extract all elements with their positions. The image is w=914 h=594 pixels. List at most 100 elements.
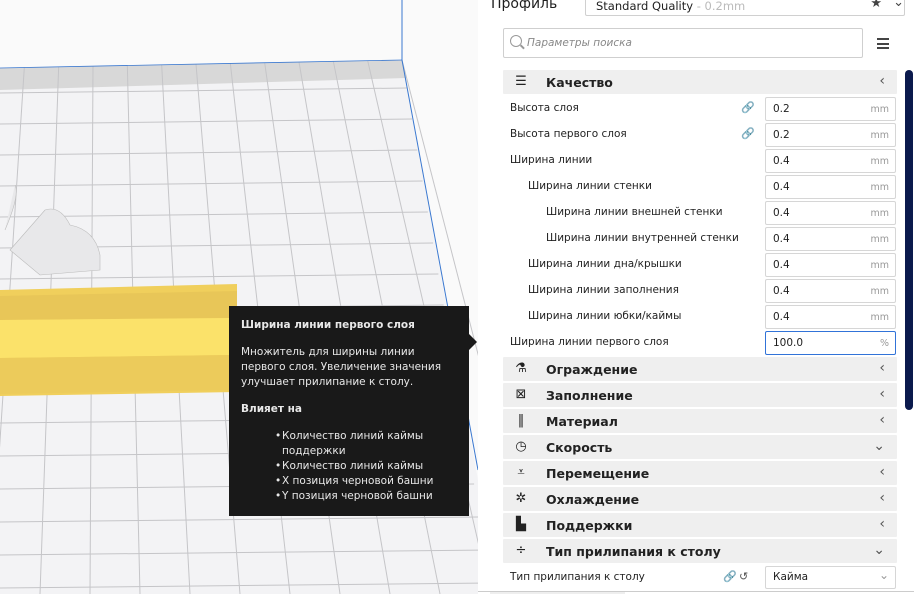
link-icon: 🔗 <box>723 570 737 583</box>
chevron-down-icon: ⌄ <box>878 568 889 582</box>
section-label: Материал <box>546 414 618 429</box>
tooltip-title: Ширина линии первого слоя <box>241 319 415 331</box>
material-icon: ‖ <box>517 413 525 428</box>
chevron-down-icon[interactable]: ⌄ <box>893 0 904 10</box>
setting-unit: mm <box>870 156 889 167</box>
setting-value: Кайма <box>773 571 809 583</box>
setting-unit: mm <box>870 234 889 245</box>
tooltip-affects-item: Y позиция черновой башни <box>275 489 457 504</box>
setting-unit: mm <box>870 104 889 115</box>
section-label: Тип прилипания к столу <box>546 544 721 559</box>
settings-scrollbar[interactable] <box>905 70 913 410</box>
shell-icon: ⚗ <box>515 361 527 376</box>
profile-layer-height: - 0.2mm <box>693 0 746 13</box>
setting-label: Ширина линии <box>510 154 593 166</box>
setting-value: 0.2 <box>773 103 790 115</box>
section-header[interactable]: ▙ Поддержки ‹ <box>503 513 897 537</box>
setting-input[interactable]: 0.4 mm <box>765 305 896 329</box>
setting-value: 0.4 <box>773 207 790 219</box>
3d-viewport[interactable]: Ширина линии первого слоя Множитель для … <box>0 0 478 594</box>
search-placeholder: Параметры поиска <box>527 37 632 49</box>
setting-input[interactable]: 0.2 mm <box>765 123 896 147</box>
setting-unit: % <box>879 338 889 349</box>
section-label: Перемещение <box>546 466 650 481</box>
setting-unit: mm <box>870 182 889 193</box>
support-icon: ▙ <box>516 517 526 532</box>
reset-icon[interactable]: ↺ <box>739 570 748 583</box>
quality-icon: ☰ <box>515 74 527 89</box>
profile-select[interactable]: Standard Quality - 0.2mm <box>585 0 905 16</box>
setting-input[interactable]: 0.2 mm <box>765 97 896 121</box>
setting-row: Ширина линии 0.4 mm <box>503 148 897 174</box>
setting-value: 0.4 <box>773 181 790 193</box>
profile-row: Профиль Standard Quality - 0.2mm ★ ⌄ <box>478 0 914 18</box>
setting-input[interactable]: 0.4 mm <box>765 149 896 173</box>
setting-row: Ширина линии стенки 0.4 mm <box>503 174 897 200</box>
setting-label: Высота первого слоя <box>510 128 627 140</box>
setting-value: 0.4 <box>773 155 790 167</box>
print-settings-panel: Профиль Standard Quality - 0.2mm ★ ⌄ Пар… <box>478 0 914 594</box>
infill-icon: ⊠ <box>515 387 527 402</box>
setting-unit: mm <box>870 286 889 297</box>
section-header[interactable]: ‖ Материал ‹ <box>503 409 897 433</box>
settings-menu-icon[interactable] <box>877 38 889 52</box>
adhesion-type-select[interactable]: Кайма ⌄ <box>765 566 896 589</box>
chevron-down-icon: ⌄ <box>873 438 885 454</box>
chevron-left-icon: ‹ <box>879 360 885 376</box>
setting-value: 0.4 <box>773 285 790 297</box>
adhesion-icon: ÷ <box>515 543 527 558</box>
chevron-left-icon: ‹ <box>879 464 885 480</box>
tooltip-description: Множитель для ширины линии первого слоя.… <box>241 346 442 388</box>
setting-input[interactable]: 0.4 mm <box>765 279 896 303</box>
chevron-left-icon: ‹ <box>879 412 885 428</box>
link-icon[interactable]: 🔗 <box>741 101 755 114</box>
setting-input[interactable]: 0.4 mm <box>765 175 896 199</box>
tooltip-affects-item: Количество линий каймы поддержки <box>275 429 457 459</box>
travel-icon: ⩡ <box>517 465 525 480</box>
favorite-star-icon[interactable]: ★ <box>870 0 882 11</box>
setting-value: 0.4 <box>773 259 790 271</box>
tooltip-affects-item: Количество линий каймы <box>275 459 457 474</box>
speed-icon: ◷ <box>515 439 527 454</box>
cooling-icon: ✲ <box>515 491 527 506</box>
section-quality[interactable]: ☰ Качество ‹ <box>503 70 897 94</box>
setting-input[interactable]: 0.4 mm <box>765 253 896 277</box>
chevron-left-icon: ‹ <box>879 386 885 402</box>
search-input[interactable]: Параметры поиска <box>503 28 863 58</box>
setting-row: Ширина линии дна/крышки 0.4 mm <box>503 252 897 278</box>
setting-row: Ширина линии первого слоя 100.0% <box>503 330 897 356</box>
section-label: Скорость <box>546 440 613 455</box>
setting-input[interactable]: 0.4 mm <box>765 227 896 251</box>
section-label: Поддержки <box>546 518 633 533</box>
model-band <box>0 291 237 320</box>
setting-unit: mm <box>870 260 889 271</box>
chevron-left-icon: ‹ <box>879 490 885 506</box>
setting-label: Ширина линии внутренней стенки <box>546 232 739 244</box>
chevron-down-icon: ⌄ <box>873 542 885 558</box>
search-icon <box>510 35 522 47</box>
section-label: Заполнение <box>546 388 633 403</box>
setting-label: Ширина линии внешней стенки <box>546 206 723 218</box>
setting-input[interactable]: 0.4 mm <box>765 201 896 225</box>
setting-input[interactable]: 100.0% <box>765 331 896 355</box>
model-band <box>0 355 230 394</box>
model-band <box>0 318 230 358</box>
section-header[interactable]: ◷ Скорость ⌄ <box>503 435 897 459</box>
section-header[interactable]: ÷ Тип прилипания к столу ⌄ <box>503 539 897 563</box>
setting-label: Ширина линии стенки <box>528 180 652 192</box>
setting-row-adhesion-type: Тип прилипания к столу 🔗 ↺ Кайма ⌄ <box>503 565 897 590</box>
section-header[interactable]: ⊠ Заполнение ‹ <box>503 383 897 407</box>
setting-unit: mm <box>870 312 889 323</box>
section-label: Ограждение <box>546 362 638 377</box>
section-header[interactable]: ⩡ Перемещение ‹ <box>503 461 897 485</box>
setting-value: 0.4 <box>773 233 790 245</box>
setting-unit: mm <box>870 130 889 141</box>
setting-row: Высота слоя 🔗 0.2 mm <box>503 96 897 122</box>
setting-label: Тип прилипания к столу <box>510 571 645 583</box>
section-header[interactable]: ✲ Охлаждение ‹ <box>503 487 897 511</box>
profile-label: Профиль <box>491 0 558 12</box>
setting-value: 0.4 <box>773 311 790 323</box>
section-header[interactable]: ⚗ Ограждение ‹ <box>503 357 897 381</box>
setting-label: Высота слоя <box>510 102 579 114</box>
link-icon[interactable]: 🔗 <box>741 127 755 140</box>
